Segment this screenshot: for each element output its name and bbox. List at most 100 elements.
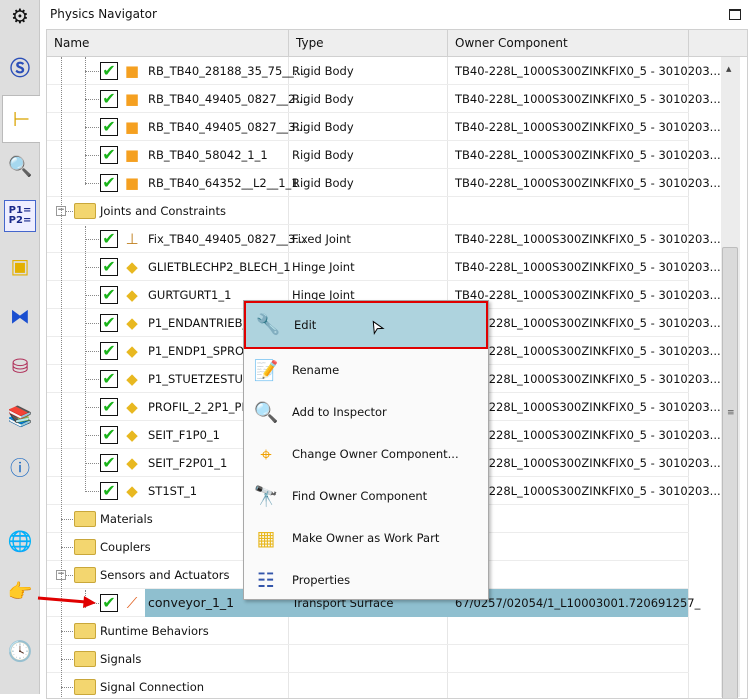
visibility-checkbox[interactable]: ✔ xyxy=(100,62,118,80)
vertical-scrollbar[interactable]: ▲ ≡ xyxy=(721,57,740,698)
menu-item-label: Change Owner Component... xyxy=(292,447,459,461)
tree-branch xyxy=(85,463,99,464)
hinge-joint-icon: ◆ xyxy=(126,314,138,332)
change-owner-icon: ⌖ xyxy=(260,442,272,466)
table-row[interactable]: ✔ ■ RB_TB40_49405_0827__3... Rigid Body TB40… xyxy=(47,113,721,141)
database-icon[interactable]: ⛁ xyxy=(4,350,36,382)
visibility-checkbox[interactable]: ✔ xyxy=(100,146,118,164)
inspector-icon: 🔍 xyxy=(253,400,279,424)
parameters-icon[interactable]: P1= P2= xyxy=(4,200,36,232)
item-name: Fix_TB40_49405_0827__3... xyxy=(148,232,307,246)
menu-item-edit[interactable]: 🔧 Edit ➤ xyxy=(244,301,488,349)
column-divider xyxy=(688,505,689,532)
menu-item-properties[interactable]: ☷ Properties xyxy=(244,559,488,601)
visibility-checkbox[interactable]: ✔ xyxy=(100,426,118,444)
folder-icon xyxy=(74,651,96,667)
table-row[interactable]: ✔ ⊥ Fix_TB40_49405_0827__3... Fixed Joint TB… xyxy=(47,225,721,253)
tree-branch xyxy=(85,407,99,408)
tree-branch xyxy=(85,239,99,240)
folder-label: Joints and Constraints xyxy=(100,204,226,218)
table-row[interactable]: ✔ ◆ GLIETBLECHP2_BLECH_1 Hinge Joint TB40-22… xyxy=(47,253,721,281)
tree-line xyxy=(85,226,86,490)
context-menu: 🔧 Edit ➤ 📝 Rename 🔍 Add to Inspector ⌖ Change Ow… xyxy=(243,300,489,600)
visibility-checkbox[interactable]: ✔ xyxy=(100,342,118,360)
binoculars-icon: 🔭 xyxy=(253,484,279,508)
item-type: Hinge Joint xyxy=(292,260,355,274)
menu-item-add-to-inspector[interactable]: 🔍 Add to Inspector xyxy=(244,391,488,433)
red-arrow-annotation xyxy=(37,596,96,608)
inspector-icon[interactable]: 🔍 xyxy=(4,150,36,182)
column-divider xyxy=(288,617,289,644)
work-part-icon: ▦ xyxy=(256,526,276,550)
constraints-icon[interactable]: ⧓ xyxy=(4,300,36,332)
column-header-type[interactable]: Type xyxy=(289,30,448,57)
item-name: GURTGURT1_1 xyxy=(148,288,232,302)
tree-branch xyxy=(85,323,99,324)
tree-branch xyxy=(85,295,99,296)
item-name: P1_ENDP1_SPROF xyxy=(148,344,251,358)
tree-folder-row[interactable]: Signals xyxy=(47,645,689,673)
tree-branch xyxy=(61,631,73,632)
column-divider xyxy=(288,141,289,168)
column-divider xyxy=(688,673,689,698)
transport-surface-icon: ⟋ xyxy=(126,594,138,612)
tree-line xyxy=(85,57,86,185)
hinge-joint-icon: ◆ xyxy=(126,342,138,360)
table-row[interactable]: ✔ ■ RB_TB40_49405_0827__2... Rigid Body TB40… xyxy=(47,85,721,113)
visibility-checkbox[interactable]: ✔ xyxy=(100,398,118,416)
item-owner: TB40-228L_1000S300ZINKFIX0_5 - 3010203..… xyxy=(455,260,721,274)
item-type: Rigid Body xyxy=(292,120,354,134)
visibility-checkbox[interactable]: ✔ xyxy=(100,594,118,612)
column-header-name[interactable]: Name xyxy=(47,30,289,57)
simulation-sequence-icon[interactable]: Ⓢ xyxy=(4,50,36,82)
properties-icon: ☷ xyxy=(257,568,275,592)
menu-item-change-owner-component[interactable]: ⌖ Change Owner Component... xyxy=(244,433,488,475)
library-icon[interactable]: 📚 xyxy=(4,400,36,432)
tree-branch xyxy=(85,71,99,72)
table-row[interactable]: ✔ ■ RB_TB40_28188_35_75__... Rigid Body TB40… xyxy=(47,57,721,85)
assembly-icon[interactable]: ▣ xyxy=(4,250,36,282)
menu-item-label: Add to Inspector xyxy=(292,405,387,419)
physics-navigator-icon[interactable]: ⊢ xyxy=(2,95,40,143)
tree-folder-row[interactable]: − Joints and Constraints xyxy=(47,197,689,225)
maximize-button[interactable] xyxy=(729,9,741,20)
clock-icon[interactable]: 🕓 xyxy=(4,635,36,667)
item-owner: TB40-228L_1000S300ZINKFIX0_5 - 3010203..… xyxy=(455,400,721,414)
scroll-up-arrow-icon[interactable]: ▲ xyxy=(726,65,731,73)
column-divider xyxy=(688,533,689,560)
column-header-owner[interactable]: Owner Component xyxy=(448,30,689,57)
tree-folder-row[interactable]: Runtime Behaviors xyxy=(47,617,689,645)
grip-icon: ≡ xyxy=(727,408,735,418)
visibility-checkbox[interactable]: ✔ xyxy=(100,454,118,472)
item-type: Rigid Body xyxy=(292,176,354,190)
tree-folder-row[interactable]: Signal Connection xyxy=(47,673,689,698)
hinge-joint-icon: ◆ xyxy=(126,426,138,444)
item-owner: TB40-228L_1000S300ZINKFIX0_5 - 3010203..… xyxy=(455,148,721,162)
visibility-checkbox[interactable]: ✔ xyxy=(100,370,118,388)
visibility-checkbox[interactable]: ✔ xyxy=(100,482,118,500)
menu-item-make-owner-as-work-part[interactable]: ▦ Make Owner as Work Part xyxy=(244,517,488,559)
item-name: SEIT_F2P01_1 xyxy=(148,456,228,470)
visibility-checkbox[interactable]: ✔ xyxy=(100,230,118,248)
visibility-checkbox[interactable]: ✔ xyxy=(100,90,118,108)
gear-icon[interactable]: ⚙ xyxy=(4,0,36,32)
info-icon[interactable]: ⓘ xyxy=(4,450,36,482)
visibility-checkbox[interactable]: ✔ xyxy=(100,314,118,332)
scrollbar-thumb[interactable]: ≡ xyxy=(722,247,738,698)
hinge-joint-icon: ◆ xyxy=(126,258,138,276)
table-row[interactable]: ✔ ■ RB_TB40_58042_1_1 Rigid Body TB40-228L_1… xyxy=(47,141,721,169)
item-type: Rigid Body xyxy=(292,64,354,78)
folder-icon xyxy=(74,623,96,639)
table-row[interactable]: ✔ ■ RB_TB40_64352__L2__1_1 Rigid Body TB40-2… xyxy=(47,169,721,197)
menu-item-find-owner-component[interactable]: 🔭 Find Owner Component xyxy=(244,475,488,517)
visibility-checkbox[interactable]: ✔ xyxy=(100,174,118,192)
menu-item-rename[interactable]: 📝 Rename xyxy=(244,349,488,391)
column-divider xyxy=(447,57,448,84)
visibility-checkbox[interactable]: ✔ xyxy=(100,118,118,136)
item-owner: TB40-228L_1000S300ZINKFIX0_5 - 3010203..… xyxy=(455,232,721,246)
web-page-icon[interactable]: 🌐 xyxy=(4,525,36,557)
visibility-checkbox[interactable]: ✔ xyxy=(100,258,118,276)
column-divider xyxy=(447,617,448,644)
visibility-checkbox[interactable]: ✔ xyxy=(100,286,118,304)
menu-item-label: Properties xyxy=(292,573,351,587)
